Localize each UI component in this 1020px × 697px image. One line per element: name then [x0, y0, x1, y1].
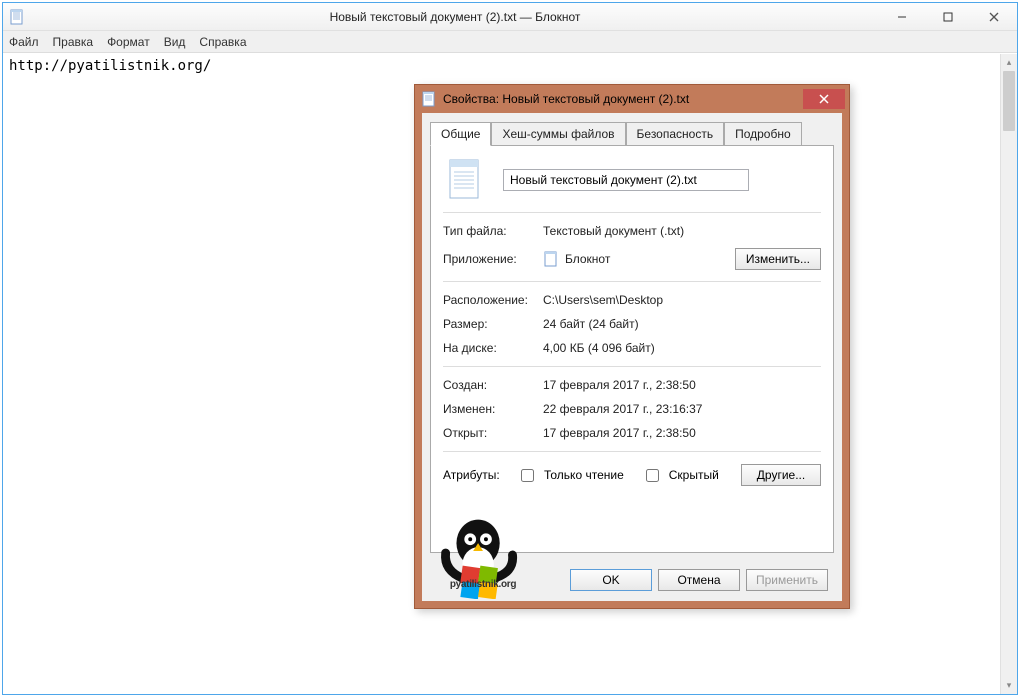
- row-created: Создан: 17 февраля 2017 г., 2:38:50: [443, 373, 821, 397]
- row-location: Расположение: C:\Users\sem\Desktop: [443, 288, 821, 312]
- label-size: Размер:: [443, 317, 543, 331]
- checkbox-hidden[interactable]: [646, 469, 659, 482]
- value-filetype: Текстовый документ (.txt): [543, 224, 821, 238]
- ok-button[interactable]: OK: [570, 569, 652, 591]
- label-modified: Изменен:: [443, 402, 543, 416]
- row-modified: Изменен: 22 февраля 2017 г., 23:16:37: [443, 397, 821, 421]
- tab-panel-general: Тип файла: Текстовый документ (.txt) При…: [430, 145, 834, 553]
- separator: [443, 366, 821, 367]
- label-location: Расположение:: [443, 293, 543, 307]
- row-ondisk: На диске: 4,00 КБ (4 096 байт): [443, 336, 821, 360]
- close-button[interactable]: [971, 3, 1017, 30]
- dialog-tabs: Общие Хеш-суммы файлов Безопасность Подр…: [430, 121, 834, 145]
- menu-edit[interactable]: Правка: [53, 35, 94, 49]
- row-application: Приложение: Блокнот Изменить...: [443, 243, 821, 275]
- notepad-title: Новый текстовый документ (2).txt — Блокн…: [31, 10, 879, 24]
- app-icon: [543, 251, 559, 267]
- dialog-titlebar[interactable]: Свойства: Новый текстовый документ (2).t…: [415, 85, 849, 113]
- menu-help[interactable]: Справка: [199, 35, 246, 49]
- notepad-app-icon: [9, 9, 25, 25]
- checkbox-readonly[interactable]: [521, 469, 534, 482]
- filename-input[interactable]: [503, 169, 749, 191]
- scroll-thumb[interactable]: [1003, 71, 1015, 131]
- row-filetype: Тип файла: Текстовый документ (.txt): [443, 219, 821, 243]
- label-attributes: Атрибуты:: [443, 468, 515, 482]
- menu-view[interactable]: Вид: [164, 35, 186, 49]
- tab-security[interactable]: Безопасность: [626, 122, 725, 146]
- file-type-icon: [447, 158, 483, 202]
- change-app-button[interactable]: Изменить...: [735, 248, 821, 270]
- menu-file[interactable]: Файл: [9, 35, 39, 49]
- value-location: C:\Users\sem\Desktop: [543, 293, 821, 307]
- apply-button[interactable]: Применить: [746, 569, 828, 591]
- separator: [443, 451, 821, 452]
- dialog-title: Свойства: Новый текстовый документ (2).t…: [443, 92, 803, 106]
- value-created: 17 февраля 2017 г., 2:38:50: [543, 378, 821, 392]
- tab-general[interactable]: Общие: [430, 122, 491, 146]
- dialog-action-buttons: OK Отмена Применить: [570, 569, 828, 591]
- watermark-text: pyatilistnik.org: [450, 579, 516, 590]
- dialog-icon: [421, 91, 437, 107]
- label-application: Приложение:: [443, 252, 543, 266]
- label-readonly[interactable]: Только чтение: [544, 468, 624, 482]
- scroll-down-icon[interactable]: ▾: [1001, 677, 1017, 694]
- label-created: Создан:: [443, 378, 543, 392]
- label-filetype: Тип файла:: [443, 224, 543, 238]
- value-accessed: 17 февраля 2017 г., 2:38:50: [543, 426, 821, 440]
- menu-format[interactable]: Формат: [107, 35, 150, 49]
- label-accessed: Открыт:: [443, 426, 543, 440]
- vertical-scrollbar[interactable]: ▴ ▾: [1000, 54, 1017, 694]
- window-controls: [879, 3, 1017, 30]
- minimize-button[interactable]: [879, 3, 925, 30]
- cancel-button[interactable]: Отмена: [658, 569, 740, 591]
- tab-hashes[interactable]: Хеш-суммы файлов: [491, 122, 625, 146]
- notepad-titlebar[interactable]: Новый текстовый документ (2).txt — Блокн…: [3, 3, 1017, 31]
- row-accessed: Открыт: 17 февраля 2017 г., 2:38:50: [443, 421, 821, 445]
- tab-details[interactable]: Подробно: [724, 122, 802, 146]
- maximize-button[interactable]: [925, 3, 971, 30]
- dialog-close-button[interactable]: [803, 89, 845, 109]
- separator: [443, 281, 821, 282]
- label-hidden[interactable]: Скрытый: [669, 468, 719, 482]
- separator: [443, 212, 821, 213]
- label-ondisk: На диске:: [443, 341, 543, 355]
- properties-dialog: Свойства: Новый текстовый документ (2).t…: [414, 84, 850, 609]
- value-ondisk: 4,00 КБ (4 096 байт): [543, 341, 821, 355]
- notepad-menubar: Файл Правка Формат Вид Справка: [3, 31, 1017, 53]
- value-application: Блокнот: [565, 252, 735, 266]
- other-attributes-button[interactable]: Другие...: [741, 464, 821, 486]
- dialog-body: Общие Хеш-суммы файлов Безопасность Подр…: [422, 113, 842, 601]
- row-size: Размер: 24 байт (24 байт): [443, 312, 821, 336]
- scroll-up-icon[interactable]: ▴: [1001, 54, 1017, 71]
- value-size: 24 байт (24 байт): [543, 317, 821, 331]
- value-modified: 22 февраля 2017 г., 23:16:37: [543, 402, 821, 416]
- file-header: [443, 158, 821, 202]
- row-attributes: Атрибуты: Только чтение Скрытый Другие..…: [443, 458, 821, 486]
